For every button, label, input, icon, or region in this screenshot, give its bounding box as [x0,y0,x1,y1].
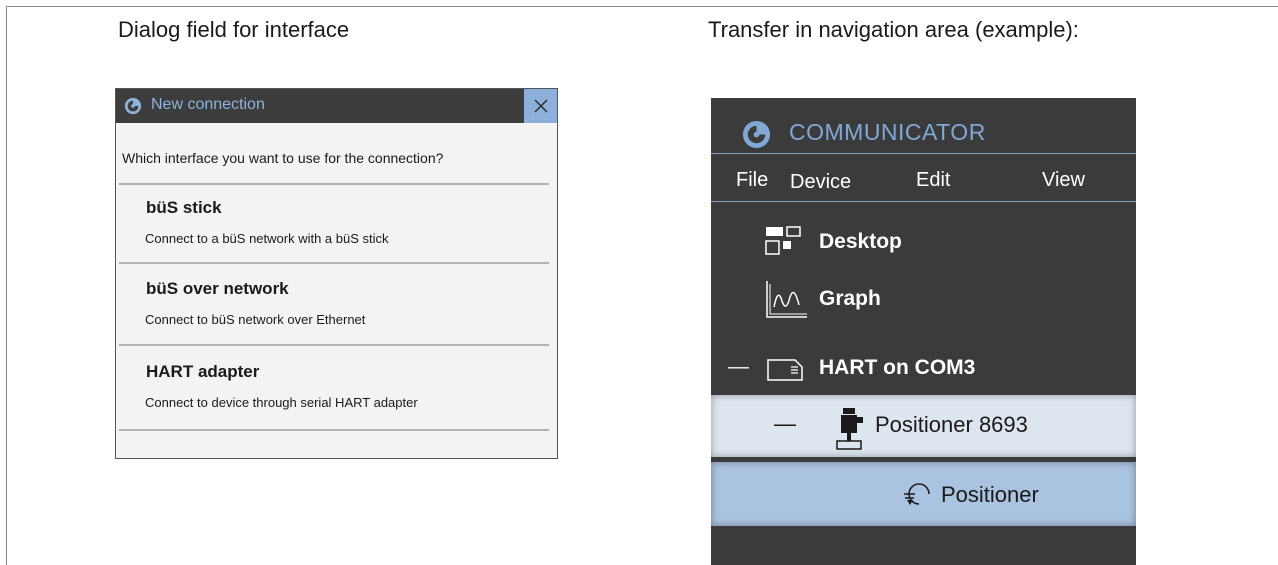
menu-device[interactable]: Device [790,171,851,194]
option-name: büS over network [146,279,289,298]
caption-dialog: Dialog field for interface [118,17,350,42]
divider [711,201,1136,202]
positioner-icon [904,483,930,505]
divider [711,153,1136,154]
option-description: Connect to büS network over Ethernet [145,312,366,327]
device-icon [836,408,863,450]
dialog-title: New connection [151,96,265,113]
interface-icon [767,359,803,381]
menu-edit[interactable]: Edit [916,169,950,192]
nav-label: Graph [819,287,881,310]
option-description: Connect to device through serial HART ad… [145,395,418,410]
dialog-question: Which interface you want to use for the … [122,150,444,166]
divider [119,183,549,185]
nav-label: Desktop [819,230,902,253]
nav-label: Positioner 8693 [875,412,1028,437]
collapse-toggle[interactable]: — [728,355,749,379]
option-description: Connect to a büS network with a büS stic… [145,231,389,246]
nav-item-positioner[interactable]: Positioner [711,462,1136,526]
close-icon [534,99,547,113]
frame-top-border [6,6,1278,7]
desktop-icon [765,226,801,255]
divider [119,429,549,431]
app-title: COMMUNICATOR [789,119,986,145]
communicator-logo-icon [742,120,771,149]
communicator-panel: COMMUNICATOR File Device Edit View Deskt… [711,98,1136,565]
dialog-title-bar: New connection [116,89,524,123]
new-connection-dialog: New connection Which interface you want … [115,88,558,459]
caption-navigation: Transfer in navigation area (example): [708,17,1079,42]
option-name: büS stick [146,198,222,217]
communicator-logo-icon [124,97,142,115]
collapse-toggle[interactable]: — [774,411,796,437]
nav-item-positioner-8693[interactable]: — Positioner 8693 [711,395,1136,457]
nav-label: Positioner [941,482,1039,507]
divider [119,262,549,264]
menu-view[interactable]: View [1042,169,1085,192]
option-name: HART adapter [146,362,260,381]
frame-left-border [6,6,7,565]
close-button[interactable] [524,89,557,123]
divider [119,344,549,346]
menu-file[interactable]: File [736,169,768,192]
nav-label: HART on COM3 [819,356,976,379]
graph-icon [766,281,807,318]
